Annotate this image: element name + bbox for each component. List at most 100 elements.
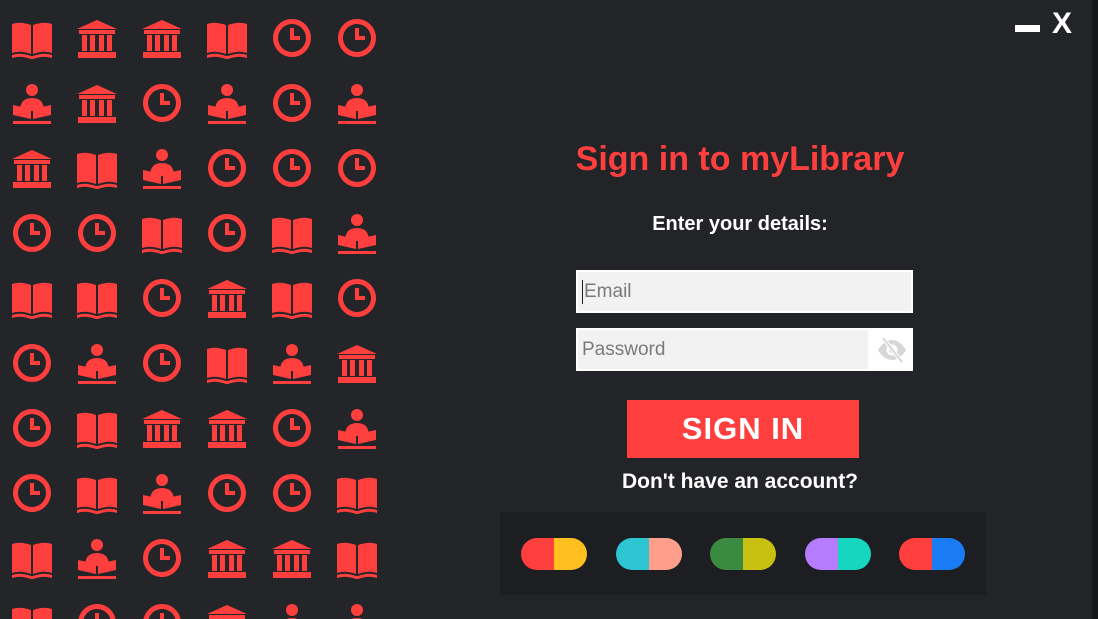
pattern-cell bbox=[202, 468, 252, 518]
pattern-cell bbox=[7, 273, 57, 323]
no-account-link[interactable]: Don't have an account? bbox=[440, 470, 1040, 494]
pattern-cell bbox=[7, 143, 57, 193]
password-placeholder: Password bbox=[582, 338, 666, 360]
library-icon bbox=[337, 345, 377, 383]
swatch-right-color bbox=[932, 538, 965, 570]
swatch-right-color bbox=[554, 538, 587, 570]
book-icon bbox=[272, 282, 312, 319]
clock-icon bbox=[207, 474, 246, 512]
clock-icon bbox=[143, 604, 181, 619]
pattern-cell bbox=[72, 468, 122, 518]
pattern-cell bbox=[332, 273, 382, 323]
reader-icon bbox=[338, 84, 376, 124]
reader-icon bbox=[338, 214, 376, 254]
eye-slash-icon bbox=[877, 336, 906, 363]
clock-icon bbox=[142, 344, 181, 382]
book-icon bbox=[77, 477, 117, 514]
toggle-password-visibility-button[interactable] bbox=[870, 328, 913, 371]
pattern-cell bbox=[137, 598, 187, 619]
pattern-cell bbox=[202, 338, 252, 388]
swatch-left-color bbox=[899, 538, 932, 570]
pattern-cell bbox=[267, 533, 317, 583]
pattern-cell bbox=[72, 143, 122, 193]
pattern-cell bbox=[332, 208, 382, 258]
pattern-cell bbox=[137, 533, 187, 583]
pattern-cell bbox=[332, 468, 382, 518]
reader-icon bbox=[13, 84, 51, 124]
theme-swatch-button[interactable] bbox=[710, 538, 776, 570]
clock-icon bbox=[337, 149, 376, 187]
login-window: X Sign in to myLibrary Enter your detail… bbox=[0, 0, 1092, 619]
icon-pattern-panel bbox=[0, 0, 393, 619]
sign-in-button[interactable]: SIGN IN bbox=[627, 400, 859, 458]
pattern-cell bbox=[7, 13, 57, 63]
email-placeholder: Email bbox=[584, 280, 632, 302]
pattern-cell bbox=[202, 208, 252, 258]
pattern-cell bbox=[332, 598, 382, 619]
pattern-cell bbox=[7, 208, 57, 258]
pattern-cell bbox=[267, 143, 317, 193]
reader-icon bbox=[338, 409, 376, 449]
theme-swatch-button[interactable] bbox=[521, 538, 587, 570]
clock-icon bbox=[12, 344, 51, 382]
clock-icon bbox=[142, 279, 181, 317]
library-icon bbox=[207, 605, 247, 619]
pattern-cell bbox=[267, 13, 317, 63]
close-button[interactable]: X bbox=[1049, 8, 1075, 40]
pattern-cell bbox=[267, 78, 317, 128]
theme-swatch-button[interactable] bbox=[899, 538, 965, 570]
password-field[interactable]: Password bbox=[576, 328, 870, 371]
pattern-cell bbox=[7, 403, 57, 453]
book-icon bbox=[77, 282, 117, 319]
pattern-cell bbox=[332, 403, 382, 453]
pattern-cell bbox=[267, 468, 317, 518]
book-icon bbox=[12, 282, 52, 319]
pattern-cell bbox=[202, 598, 252, 619]
theme-swatch-button[interactable] bbox=[615, 538, 682, 570]
pattern-cell bbox=[72, 78, 122, 128]
theme-swatch-button[interactable] bbox=[804, 538, 871, 570]
clock-icon bbox=[12, 474, 51, 512]
pattern-cell bbox=[7, 338, 57, 388]
pattern-cell bbox=[202, 143, 252, 193]
clock-icon bbox=[272, 409, 311, 447]
clock-icon bbox=[12, 214, 51, 252]
pattern-cell bbox=[332, 338, 382, 388]
pattern-cell bbox=[137, 78, 187, 128]
reader-icon bbox=[143, 474, 181, 514]
swatch-left-color bbox=[710, 538, 743, 570]
clock-icon bbox=[12, 409, 51, 447]
library-icon bbox=[12, 150, 52, 188]
library-icon bbox=[77, 85, 117, 123]
pattern-cell bbox=[202, 533, 252, 583]
pattern-cell bbox=[267, 403, 317, 453]
library-icon bbox=[207, 280, 247, 318]
pattern-cell bbox=[267, 273, 317, 323]
window-edge bbox=[1092, 0, 1098, 619]
reader-icon bbox=[143, 149, 181, 189]
reader-icon bbox=[78, 539, 116, 579]
book-icon bbox=[337, 542, 377, 579]
pattern-cell bbox=[72, 338, 122, 388]
reader-icon bbox=[286, 604, 298, 619]
email-field[interactable]: Email bbox=[576, 270, 913, 313]
reader-icon bbox=[273, 344, 311, 384]
pattern-cell bbox=[267, 598, 317, 619]
pattern-cell bbox=[72, 598, 122, 619]
book-icon bbox=[12, 542, 52, 579]
pattern-cell bbox=[137, 208, 187, 258]
pattern-cell bbox=[267, 208, 317, 258]
pattern-cell bbox=[332, 143, 382, 193]
minimize-button[interactable] bbox=[1015, 25, 1040, 32]
pattern-cell bbox=[267, 338, 317, 388]
reader-icon bbox=[208, 84, 246, 124]
clock-icon bbox=[142, 539, 181, 577]
library-icon bbox=[142, 20, 182, 58]
swatch-left-color bbox=[804, 538, 838, 570]
theme-picker bbox=[500, 512, 986, 595]
library-icon bbox=[207, 540, 247, 578]
book-icon bbox=[337, 477, 377, 514]
pattern-cell bbox=[332, 78, 382, 128]
book-icon bbox=[207, 22, 247, 59]
clock-icon bbox=[77, 214, 116, 252]
